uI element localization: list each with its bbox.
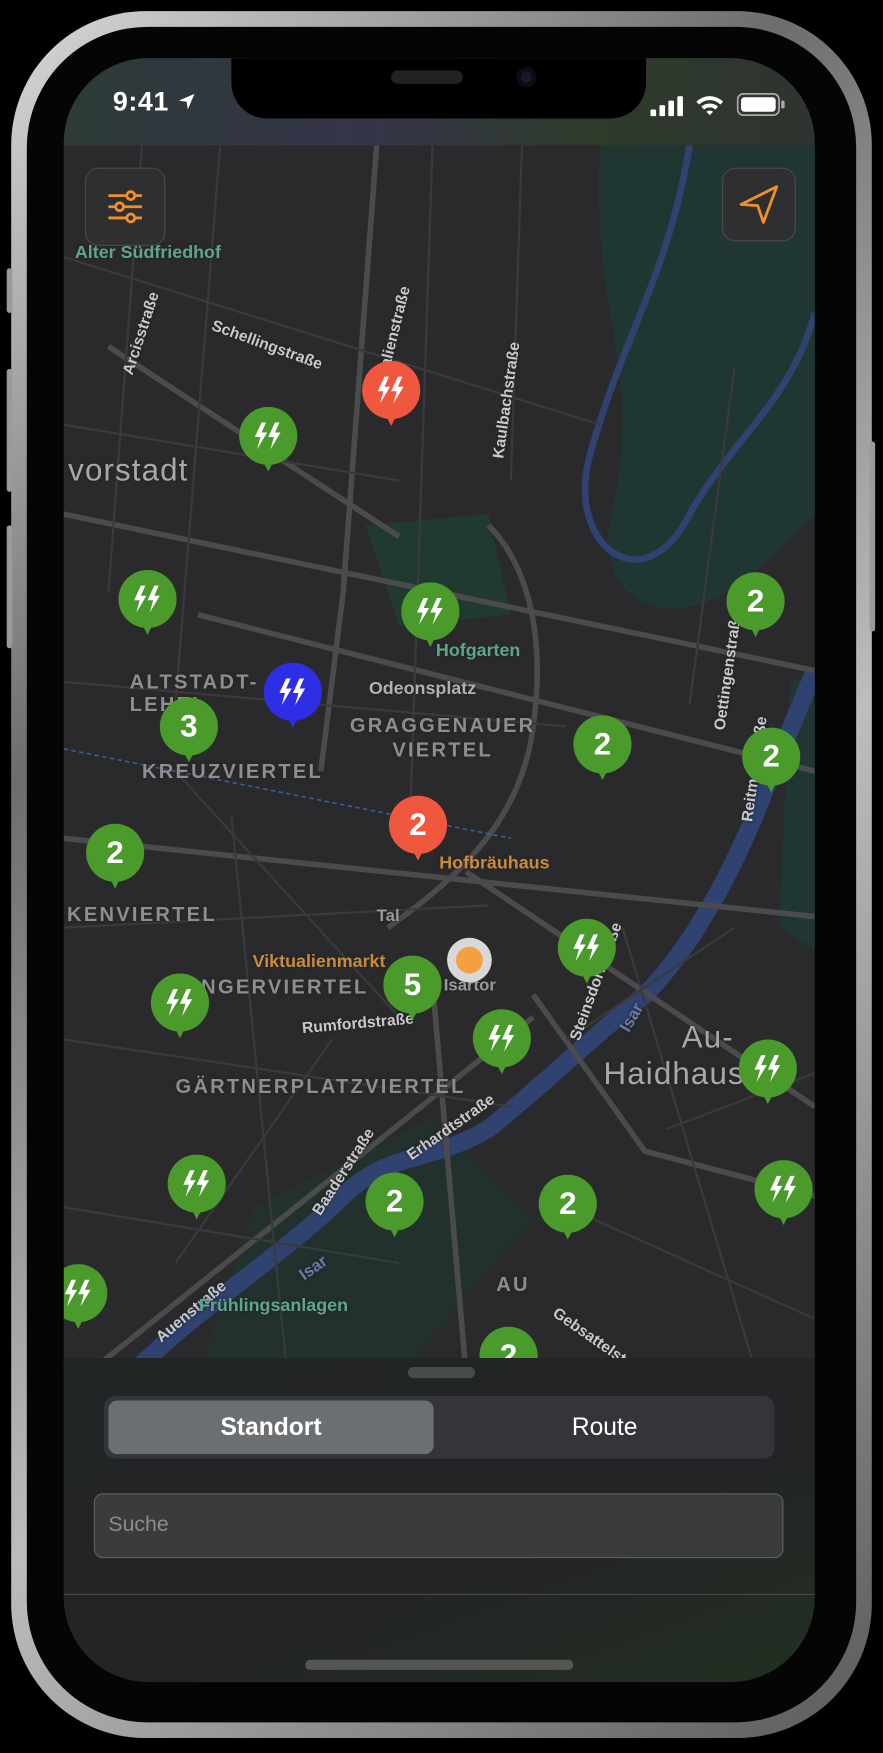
map-label: KENVIERTEL bbox=[67, 903, 217, 926]
search-input[interactable] bbox=[93, 1493, 784, 1559]
charging-bolt-icon bbox=[377, 376, 404, 404]
sheet-drag-handle[interactable] bbox=[407, 1366, 476, 1379]
volume-up-button bbox=[6, 368, 13, 492]
map-view[interactable]: Alter Südfriedhof Schellingstraße Arciss… bbox=[63, 145, 815, 1375]
marker-count: 5 bbox=[403, 966, 422, 1002]
battery-icon bbox=[736, 93, 785, 116]
charger-marker-available[interactable]: 2 bbox=[365, 1172, 424, 1239]
charger-marker-available[interactable]: 5 bbox=[383, 955, 442, 1023]
map-label: GÄRTNERPLATZVIERTEL bbox=[175, 1075, 466, 1098]
map-label: Alter Südfriedhof bbox=[74, 243, 221, 263]
mode-segmented-control: Standort Route bbox=[103, 1396, 775, 1459]
locate-me-button[interactable] bbox=[722, 167, 796, 242]
charger-marker-available[interactable] bbox=[557, 918, 616, 986]
marker-count: 2 bbox=[762, 738, 780, 774]
segment-standort[interactable]: Standort bbox=[108, 1400, 434, 1455]
charging-bolt-icon bbox=[416, 597, 443, 625]
charger-marker-available[interactable] bbox=[150, 973, 210, 1041]
divider bbox=[63, 1593, 815, 1595]
map-label: Tal bbox=[376, 906, 400, 926]
notch bbox=[231, 58, 647, 119]
user-location-dot bbox=[447, 937, 492, 983]
marker-count: 2 bbox=[106, 834, 124, 870]
map-label: Au- bbox=[681, 1019, 734, 1054]
sliders-icon bbox=[108, 190, 142, 224]
charger-marker-available[interactable]: 2 bbox=[742, 727, 801, 795]
map-label: VIERTEL bbox=[392, 738, 493, 762]
charging-bolt-icon bbox=[64, 1279, 91, 1307]
charger-marker-available[interactable]: 2 bbox=[86, 823, 145, 891]
map-label: Viktualienmarkt bbox=[252, 952, 386, 972]
volume-down-button bbox=[6, 525, 13, 649]
map-label: GRAGGENAUER bbox=[349, 714, 536, 737]
map-label: vorstadt bbox=[68, 452, 189, 488]
charging-bolt-icon bbox=[183, 1170, 210, 1198]
mute-switch bbox=[6, 268, 13, 313]
navigation-arrow-icon bbox=[739, 185, 779, 224]
charging-bolt-icon bbox=[254, 422, 281, 450]
bottom-sheet: Standort Route bbox=[63, 1358, 815, 1683]
charging-bolt-icon bbox=[279, 678, 306, 706]
charger-marker-available[interactable]: 2 bbox=[573, 715, 632, 782]
charger-marker-available[interactable] bbox=[472, 1009, 531, 1076]
charger-marker-available[interactable]: 3 bbox=[159, 697, 218, 764]
charger-marker-available[interactable]: 2 bbox=[726, 572, 785, 639]
location-arrow-icon bbox=[179, 93, 195, 110]
marker-count: 3 bbox=[180, 708, 198, 744]
home-indicator[interactable] bbox=[305, 1659, 574, 1670]
charging-bolt-icon bbox=[488, 1024, 515, 1052]
charger-marker-occupied[interactable] bbox=[362, 361, 421, 428]
charger-marker-available[interactable] bbox=[754, 1160, 813, 1227]
charging-bolt-icon bbox=[166, 989, 193, 1016]
wifi-icon bbox=[696, 96, 724, 116]
map-label: Odeonsplatz bbox=[368, 679, 477, 699]
charger-marker-available[interactable] bbox=[63, 1264, 108, 1331]
marker-count: 2 bbox=[409, 806, 427, 842]
charging-bolt-icon bbox=[754, 1055, 781, 1082]
charger-marker-available[interactable] bbox=[167, 1154, 226, 1222]
charging-bolt-icon bbox=[573, 934, 600, 962]
charger-marker-available[interactable] bbox=[401, 582, 460, 649]
time-text: 9:41 bbox=[112, 87, 169, 118]
charger-marker-occupied[interactable]: 2 bbox=[388, 795, 448, 863]
map-label: ALTSTADT- bbox=[129, 670, 259, 693]
charger-marker-available[interactable] bbox=[118, 570, 177, 637]
cellular-signal-icon bbox=[650, 96, 683, 117]
charger-marker-selected[interactable] bbox=[263, 662, 322, 730]
map-label: Hofbräuhaus bbox=[439, 853, 550, 873]
charger-marker-available[interactable] bbox=[738, 1039, 797, 1106]
charging-bolt-icon bbox=[770, 1175, 796, 1203]
marker-count: 2 bbox=[559, 1185, 577, 1221]
charger-marker-available[interactable] bbox=[239, 406, 298, 474]
screen: 9:41 Alter Südfriedhof Schellingstraße A… bbox=[63, 58, 815, 1683]
filter-button[interactable] bbox=[84, 167, 166, 246]
marker-count: 2 bbox=[385, 1183, 404, 1219]
charging-bolt-icon bbox=[134, 585, 160, 613]
map-label: AU bbox=[496, 1273, 530, 1296]
segment-route[interactable]: Route bbox=[439, 1400, 770, 1454]
marker-count: 2 bbox=[746, 583, 765, 619]
marker-count: 2 bbox=[593, 726, 612, 762]
charger-marker-available[interactable]: 2 bbox=[538, 1174, 597, 1242]
power-button bbox=[869, 441, 876, 632]
map-label: Frühlingsanlagen bbox=[198, 1296, 348, 1316]
map-label: NGERVIERTEL bbox=[201, 975, 369, 999]
status-time: 9:41 bbox=[113, 87, 197, 118]
